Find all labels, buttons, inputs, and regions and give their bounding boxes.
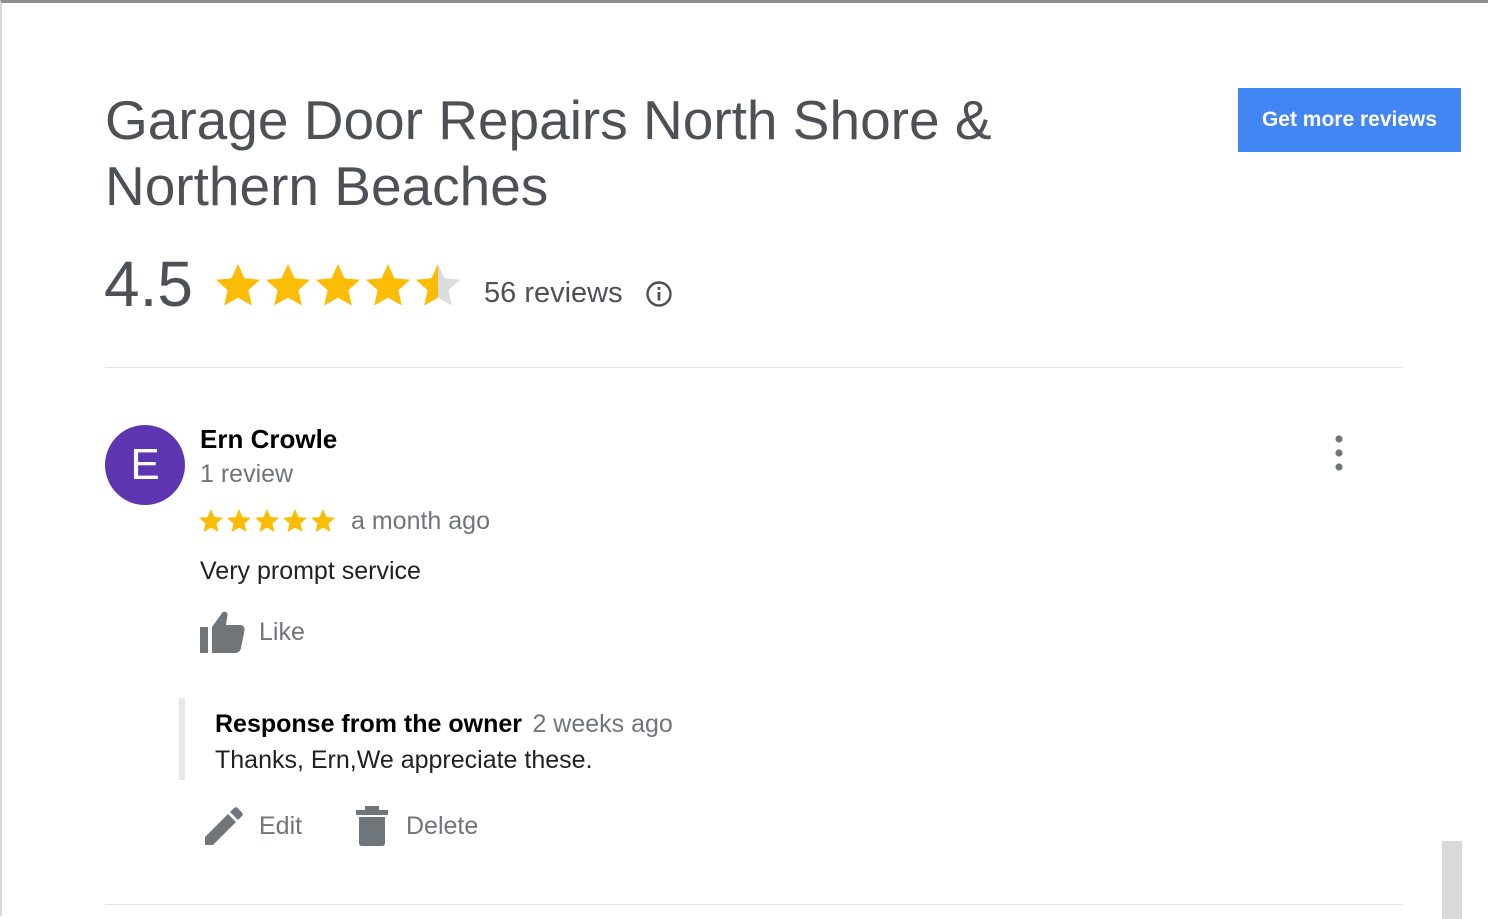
rating-value: 4.5 — [104, 248, 193, 320]
edit-button[interactable]: Edit — [203, 803, 302, 849]
info-icon[interactable] — [645, 280, 673, 308]
reviewer-name[interactable]: Ern Crowle — [200, 424, 337, 455]
star-icon — [283, 509, 307, 532]
get-more-reviews-button[interactable]: Get more reviews — [1238, 88, 1461, 152]
like-button[interactable]: Like — [198, 609, 305, 655]
trash-icon — [356, 806, 388, 846]
star-icon — [255, 509, 279, 532]
star-icon — [227, 509, 251, 532]
business-name: Garage Door Repairs North Shore & Northe… — [105, 89, 992, 217]
delete-label: Delete — [406, 811, 479, 840]
delete-button[interactable]: Delete — [354, 803, 478, 849]
divider — [105, 904, 1403, 905]
review-panel: Garage Door Repairs North Shore & Northe… — [0, 0, 1488, 919]
owner-reply-label: Response from the owner — [215, 710, 522, 738]
review-count[interactable]: 56 reviews — [484, 277, 623, 310]
divider — [105, 367, 1403, 368]
star-icon — [311, 509, 335, 532]
star-icon — [316, 264, 360, 306]
reviewer-review-count: 1 review — [200, 460, 294, 488]
star-icon — [199, 509, 223, 532]
thumb-up-icon — [200, 611, 245, 653]
star-icon — [366, 264, 410, 306]
like-label: Like — [259, 617, 305, 646]
review-stars — [199, 509, 335, 532]
review-time: a month ago — [351, 507, 490, 535]
star-icon — [266, 264, 310, 306]
owner-reply-text: Thanks, Ern,We appreciate these. — [215, 746, 593, 774]
pencil-icon — [205, 807, 243, 845]
scrollbar-thumb[interactable] — [1442, 841, 1462, 919]
avatar[interactable]: E — [105, 425, 185, 505]
more-vert-icon[interactable] — [1326, 433, 1352, 473]
star-icon — [416, 264, 460, 306]
owner-reply-time: 2 weeks ago — [532, 710, 673, 738]
star-icon — [216, 264, 260, 306]
rating-stars — [216, 264, 460, 306]
review-text: Very prompt service — [200, 557, 421, 585]
edit-label: Edit — [259, 811, 303, 840]
owner-reply: Response from the owner 2 weeks ago Than… — [179, 698, 879, 780]
owner-reply-header: Response from the owner 2 weeks ago — [215, 710, 673, 739]
